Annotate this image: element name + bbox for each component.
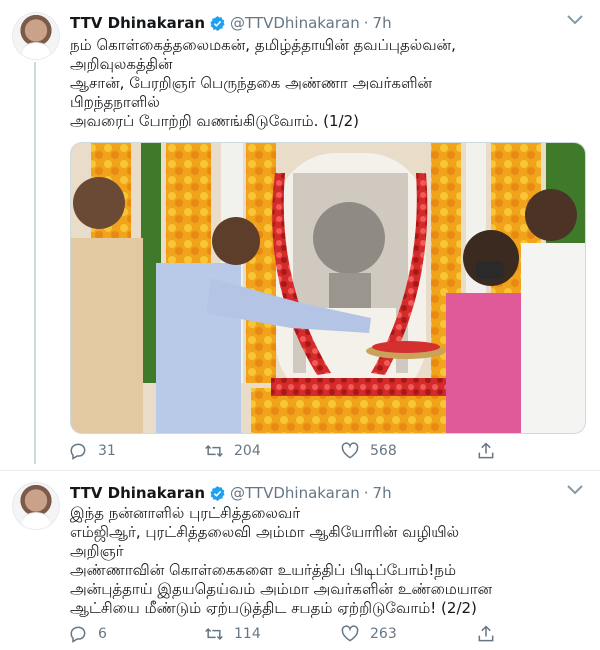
tweet-2: TTV Dhinakaran @TTVDhinakaran · 7h இந்த … (0, 470, 600, 650)
tweet-text-line: இந்த நன்னாளில் புரட்சித்தலைவர் (70, 504, 301, 522)
share-button[interactable] (476, 441, 600, 461)
tweet-text-line: அவரைப் போற்றி வணங்கிடுவோம். (1/2) (70, 112, 359, 130)
tweet-text-line: அறிவுலகத்தின் (70, 55, 173, 73)
author-handle[interactable]: @TTVDhinakaran (230, 484, 360, 502)
verified-badge-icon (210, 485, 225, 501)
share-icon (478, 442, 494, 459)
retweet-button[interactable]: 204 (204, 441, 340, 461)
tweet-photo[interactable] (70, 142, 586, 434)
retweet-count: 114 (234, 626, 261, 642)
author-handle[interactable]: @TTVDhinakaran (230, 14, 360, 32)
tweet-actions: 6 114 263 (68, 624, 600, 644)
tweet-text-line: ஆசான், பேரறிஞர் பெருந்தகை அண்ணா அவர்களின… (70, 74, 433, 92)
tweet-text-line: எம்ஜிஆர், புரட்சித்தலைவி அம்மா ஆகியோரின்… (70, 523, 460, 541)
separator-dot: · (363, 484, 369, 502)
reply-count: 6 (98, 626, 107, 642)
share-button[interactable] (476, 624, 600, 644)
photo-illustration (71, 143, 585, 433)
author-name[interactable]: TTV Dhinakaran (70, 14, 205, 32)
tweet-timestamp[interactable]: 7h (373, 484, 392, 502)
author-avatar[interactable] (12, 482, 60, 530)
like-button[interactable]: 568 (340, 441, 476, 461)
like-icon (341, 442, 359, 459)
tweet-text-line: பிறந்தநாளில் (70, 93, 160, 111)
like-icon (341, 625, 359, 642)
author-avatar[interactable] (12, 12, 60, 60)
tweet-text-line: ஆட்சியை மீண்டும் ஏற்படுத்திட சபதம் ஏற்றி… (70, 599, 477, 617)
tweet-text: நம் கொள்கைத்தலைமகன், தமிழ்த்தாயின் தவப்ப… (70, 36, 590, 131)
reply-icon (70, 443, 86, 460)
like-count: 568 (370, 443, 397, 459)
tweet-timestamp[interactable]: 7h (373, 14, 392, 32)
retweet-icon (205, 627, 223, 641)
tweet-actions: 31 204 568 (68, 441, 600, 461)
tweet-header: TTV Dhinakaran @TTVDhinakaran · 7h (70, 12, 392, 34)
like-button[interactable]: 263 (340, 624, 476, 644)
verified-badge-icon (210, 15, 225, 31)
reply-button[interactable]: 31 (68, 441, 204, 461)
retweet-icon (205, 444, 223, 458)
chevron-down-icon[interactable] (566, 14, 584, 26)
tweet-header: TTV Dhinakaran @TTVDhinakaran · 7h (70, 482, 392, 504)
author-name[interactable]: TTV Dhinakaran (70, 484, 205, 502)
reply-count: 31 (98, 443, 116, 459)
share-icon (478, 625, 494, 642)
like-count: 263 (370, 626, 397, 642)
tweet-1: TTV Dhinakaran @TTVDhinakaran · 7h நம் க… (0, 0, 600, 470)
tweet-text-line: அண்ணாவின் கொள்கைகளை உயர்த்திப் பிடிப்போம… (70, 561, 457, 579)
separator-dot: · (363, 14, 369, 32)
tweet-text: இந்த நன்னாளில் புரட்சித்தலைவர் எம்ஜிஆர்,… (70, 504, 590, 618)
reply-icon (70, 626, 86, 643)
tweet-text-line: நம் கொள்கைத்தலைமகன், தமிழ்த்தாயின் தவப்ப… (70, 36, 456, 54)
retweet-count: 204 (234, 443, 261, 459)
chevron-down-icon[interactable] (566, 484, 584, 496)
retweet-button[interactable]: 114 (204, 624, 340, 644)
tweet-text-line: அன்புத்தாய் இதயதெய்வம் அம்மா அவர்களின் உ… (70, 580, 493, 598)
thread-connector-line (34, 62, 36, 464)
tweet-text-line: அறிஞர் (70, 542, 124, 560)
reply-button[interactable]: 6 (68, 624, 204, 644)
